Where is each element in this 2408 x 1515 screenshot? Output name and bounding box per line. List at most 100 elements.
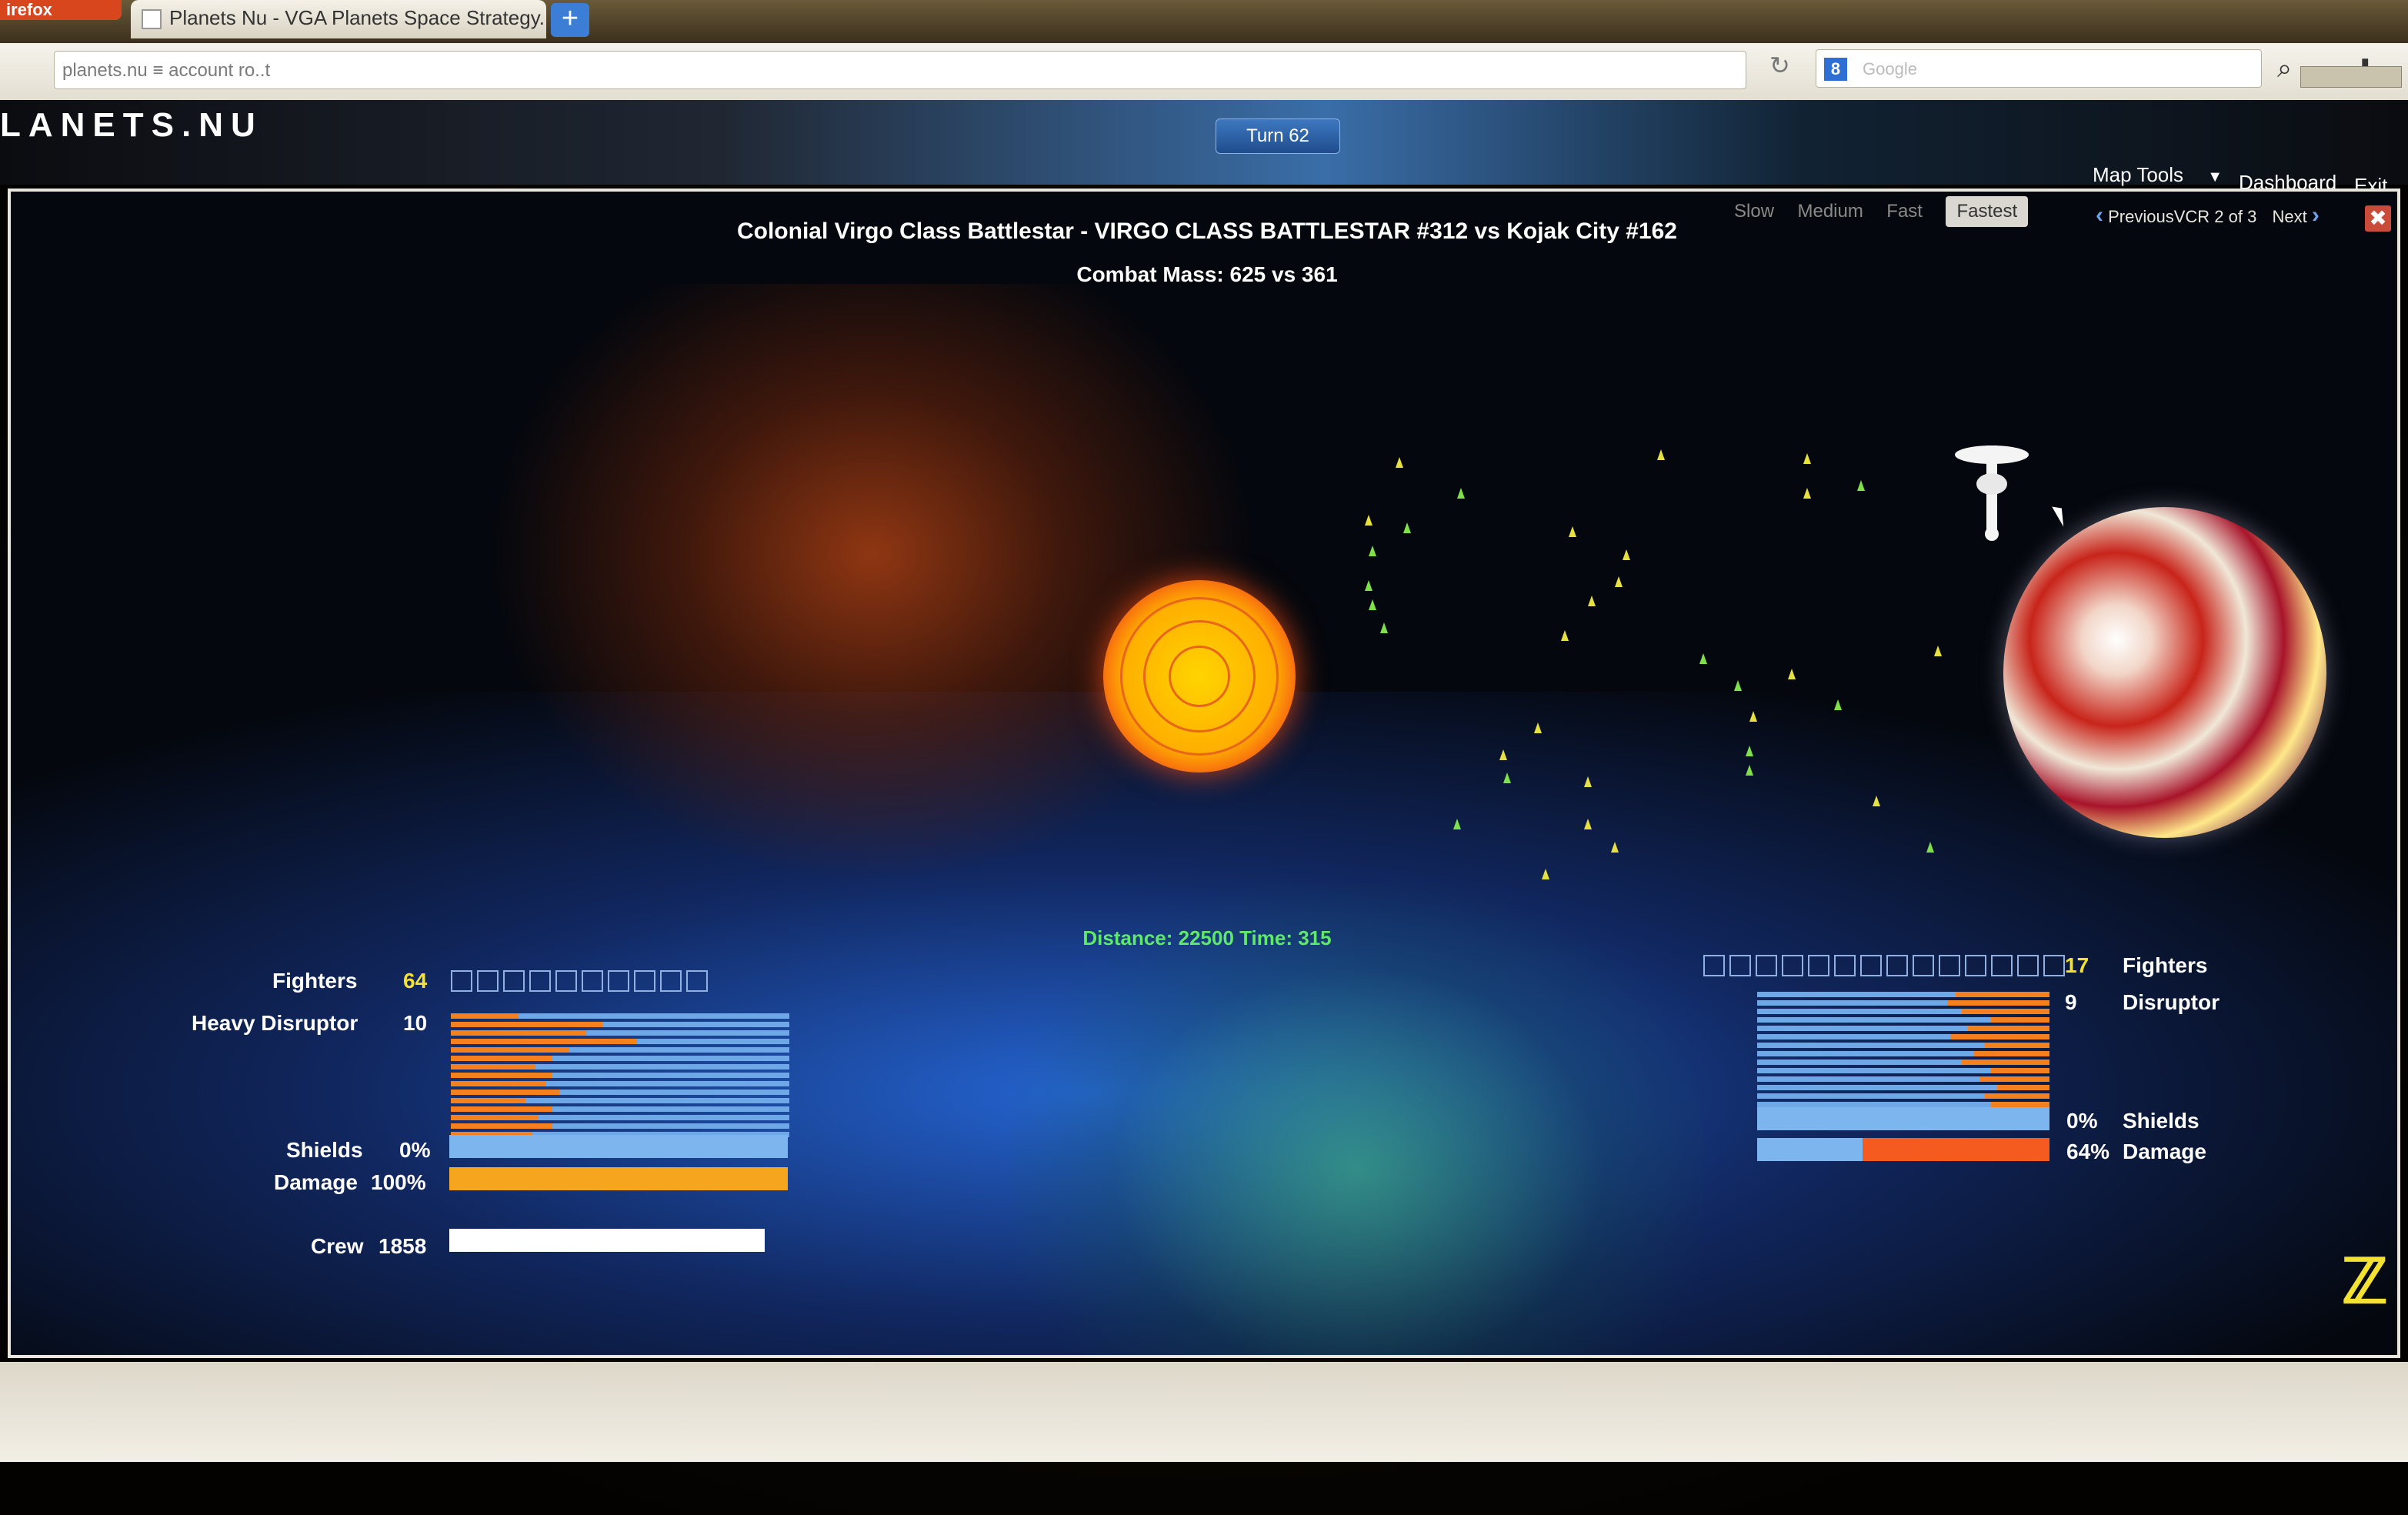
weapon-charge-row (1757, 1085, 2049, 1090)
fighter-bay-slot (1808, 955, 1829, 976)
right-damage-fill (1863, 1138, 2049, 1161)
right-fighters-label: Fighters (2123, 953, 2208, 977)
fighter-craft (1365, 580, 1372, 591)
fighter-craft (1657, 449, 1665, 460)
search-box[interactable]: 8 Google (1816, 49, 2262, 88)
planet-kojak-city (2003, 507, 2326, 838)
weapon-charge-row (451, 1030, 789, 1036)
fighter-bay-slot (1834, 955, 1856, 976)
weapon-charge-fill (1979, 1076, 2049, 1082)
fighter-craft (1457, 488, 1465, 499)
weapon-charge-row (451, 1123, 789, 1129)
weapon-charge-row (451, 1047, 789, 1053)
fighter-craft (1569, 526, 1576, 537)
fighter-bay-slot (1965, 955, 1986, 976)
fighter-craft (1746, 765, 1753, 776)
left-damage-value: 100% (371, 1170, 426, 1194)
fighter-craft (1734, 680, 1742, 691)
right-damage-value: 64% (2066, 1140, 2110, 1163)
map-tools-label: Map Tools (2093, 163, 2184, 186)
fighter-bay-slot (1860, 955, 1882, 976)
fighter-craft (1369, 546, 1376, 556)
fighter-bay-slot (1913, 955, 1934, 976)
fighter-bay-slot (1939, 955, 1960, 976)
weapon-charge-row (451, 1013, 789, 1019)
fighter-craft (1369, 599, 1376, 610)
fighter-craft (1623, 549, 1630, 560)
fighter-bay-slot (660, 970, 682, 992)
mouse-cursor-icon (2052, 502, 2070, 527)
fighter-craft (1615, 576, 1623, 587)
right-weapon-label: Disruptor (2123, 990, 2220, 1014)
weapon-charge-row (1757, 1059, 2049, 1065)
fighter-bay-slot (1703, 955, 1725, 976)
distance-time-readout: Distance: 22500 Time: 315 (1082, 926, 1332, 949)
planets-nu-logo: LANETS.NU (0, 106, 263, 144)
weapon-charge-fill (1997, 1085, 2049, 1090)
fighter-craft (1803, 453, 1811, 464)
fighter-craft (1934, 646, 1942, 656)
weapon-charge-row (451, 1090, 789, 1095)
left-weapon-count: 10 (403, 1011, 428, 1035)
search-placeholder: Google (1863, 59, 1917, 78)
weapon-charge-fill (1991, 1068, 2049, 1073)
fighter-craft (1584, 776, 1592, 787)
fighter-bay-slot (2017, 955, 2039, 976)
left-crew-value: 1858 (379, 1234, 427, 1258)
url-bar[interactable]: planets.nu ≡ account ro..t (54, 51, 1746, 89)
robot-mascot-icon: ℤ (2342, 1247, 2388, 1316)
weapon-charge-row (451, 1115, 789, 1120)
weapon-charge-row (1757, 1000, 2049, 1006)
weapon-charge-fill (1985, 1043, 2049, 1048)
weapon-charge-fill (451, 1013, 519, 1019)
weapon-charge-row (451, 1081, 789, 1086)
weapon-charge-fill (451, 1022, 603, 1027)
weapon-charge-fill (451, 1047, 569, 1053)
weapon-charge-row (1757, 1051, 2049, 1056)
magnifier-icon[interactable]: ⌕ (2277, 54, 2292, 84)
left-damage-fill (449, 1167, 788, 1190)
weapon-charge-row (451, 1022, 789, 1027)
fighter-bay-slot (1756, 955, 1777, 976)
weapon-charge-fill (451, 1081, 545, 1086)
game-header (0, 100, 2408, 185)
left-damage-label: Damage (274, 1170, 358, 1194)
fighter-craft (1380, 622, 1388, 633)
nebula-red-background (488, 284, 1257, 884)
firefox-menu-button[interactable]: irefox (0, 0, 122, 20)
weapon-charge-row (451, 1056, 789, 1061)
browser-tab[interactable]: Planets Nu - VGA Planets Space Strategy.… (131, 0, 546, 38)
tab-title: Planets Nu - VGA Planets Space Strategy.… (169, 6, 546, 29)
weapon-charge-fill (451, 1106, 552, 1112)
fighter-craft (1803, 488, 1811, 499)
fighter-bay-slot (451, 970, 472, 992)
search-engine-icon: 8 (1824, 58, 1847, 81)
chevron-down-icon: ▼ (2207, 169, 2223, 185)
fighter-craft (1365, 515, 1372, 526)
weapon-charge-row (451, 1064, 789, 1070)
weapon-charge-row (1757, 1009, 2049, 1014)
fighter-craft (1453, 819, 1461, 829)
fighter-craft (1834, 699, 1842, 710)
map-tools-menu[interactable]: Map Tools ▼ (2093, 163, 2223, 187)
weapon-charge-row (1757, 1017, 2049, 1023)
new-tab-button[interactable]: + (551, 3, 589, 37)
left-fighters-count: 64 (403, 969, 428, 993)
fighter-bay-slot (1729, 955, 1751, 976)
reload-icon[interactable]: ↻ (1769, 51, 1790, 80)
weapon-charge-fill (451, 1090, 559, 1095)
weapon-charge-row (1757, 1076, 2049, 1082)
fighter-bay-slot (529, 970, 551, 992)
weapon-charge-fill (451, 1123, 552, 1129)
fighter-craft (1542, 869, 1549, 879)
window-controls[interactable] (2300, 66, 2402, 88)
url-text: planets.nu ≡ account ro..t (62, 60, 271, 81)
vcr-combat-viewer: Slow Medium Fast Fastest ‹ PreviousVCR 2… (8, 189, 2400, 1358)
weapon-charge-fill (451, 1056, 552, 1061)
vcr-title: Colonial Virgo Class Battlestar - VIRGO … (736, 219, 1677, 244)
weapon-charge-row (1757, 1068, 2049, 1073)
right-shields-meter (1757, 1107, 2049, 1130)
fighter-craft (1611, 842, 1619, 853)
turn-indicator[interactable]: Turn 62 (1216, 118, 1340, 154)
fighter-bay-slot (686, 970, 708, 992)
